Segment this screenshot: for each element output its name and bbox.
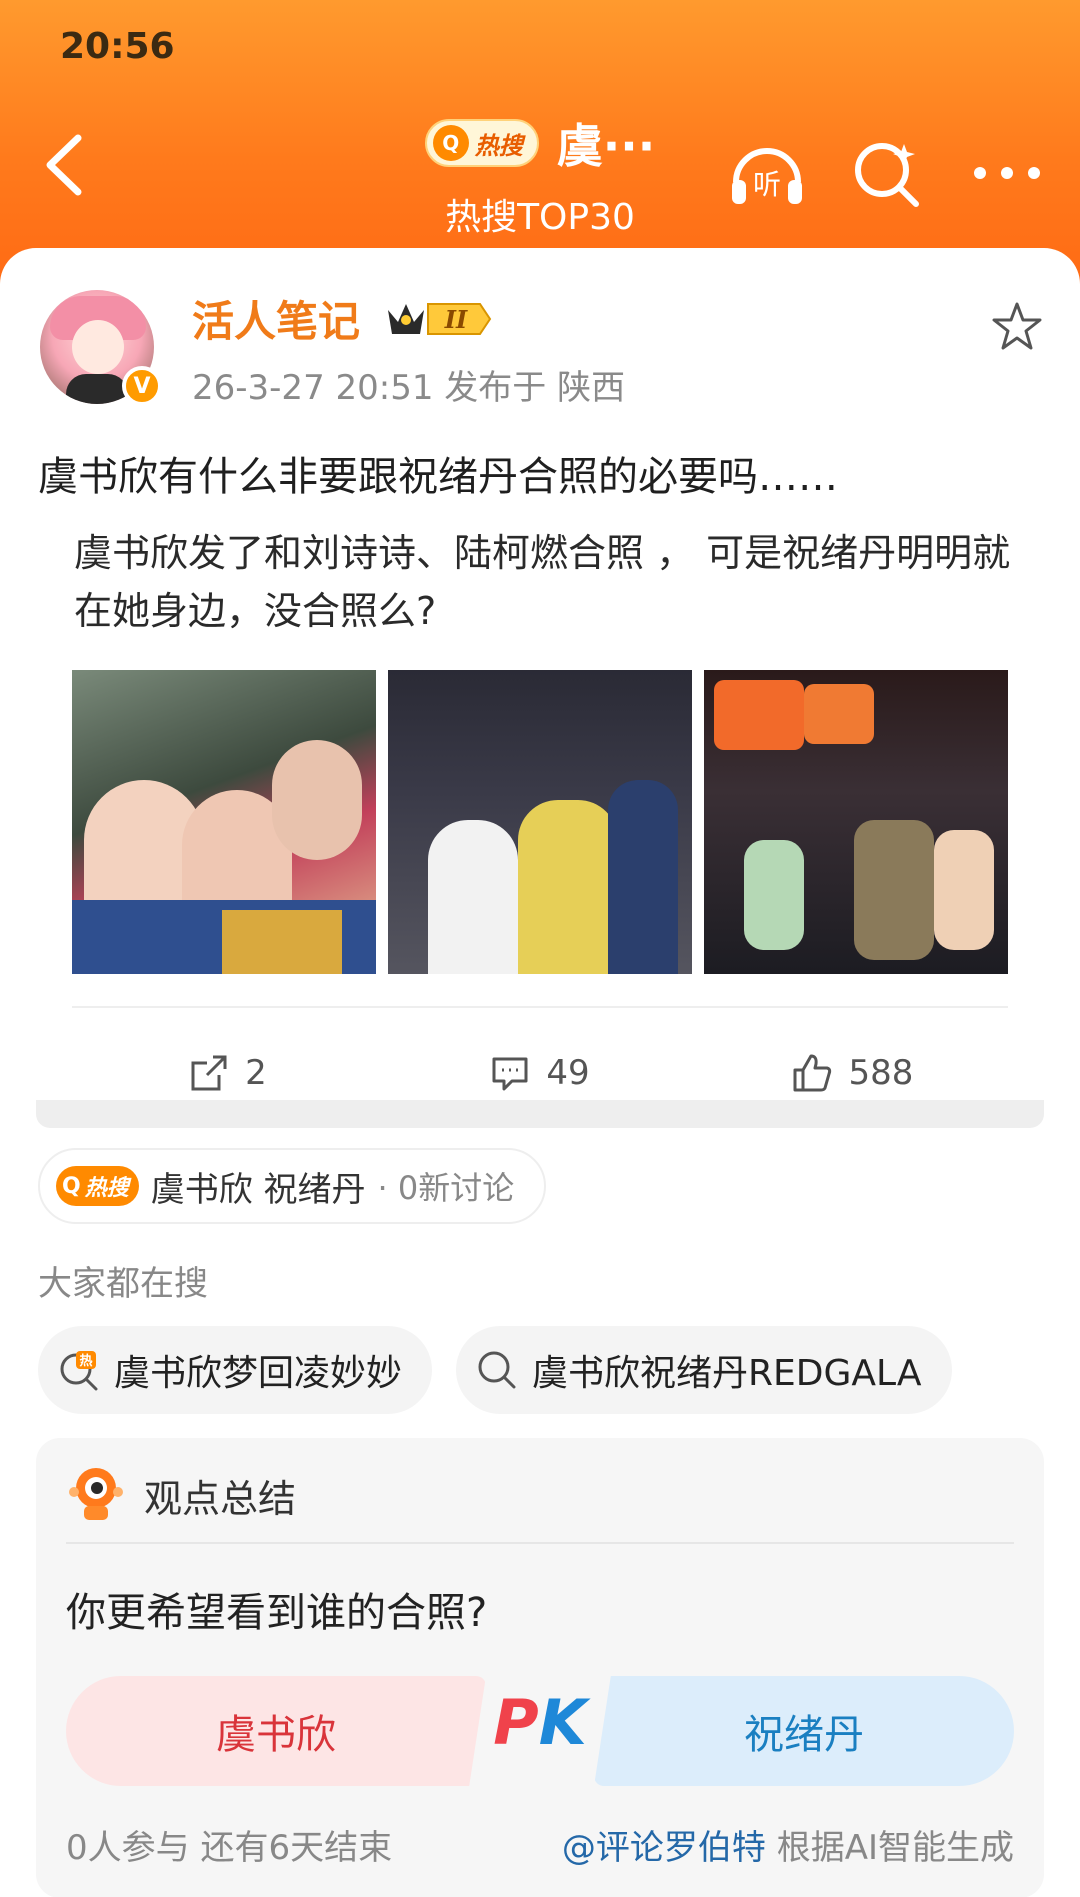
like-count: 588 — [848, 1053, 914, 1093]
post-body: 虞书欣发了和刘诗诗、陆柯燃合照 ， 可是祝绪丹明明就在她身边，没合照么? — [74, 531, 1011, 633]
page-title: 虞··· — [556, 119, 656, 173]
vip-badge: II — [384, 296, 494, 346]
hot-search-badge: Q 热搜 — [56, 1166, 139, 1206]
search-icon — [855, 143, 919, 207]
post-image-3[interactable] — [704, 670, 1008, 974]
pk-poll: 虞书欣 PK 祝绪丹 — [66, 1676, 1014, 1786]
divider — [66, 1542, 1014, 1544]
vote-left-button[interactable]: 虞书欣 — [66, 1676, 486, 1786]
search-chip[interactable]: 热 虞书欣梦回凌妙妙 — [38, 1326, 433, 1414]
thumbs-up-icon — [793, 1054, 831, 1092]
ai-source: @评论罗伯特 根据AI智能生成 — [561, 1828, 1014, 1868]
opinion-summary: 观点总结 你更希望看到谁的合照? 虞书欣 PK 祝绪丹 0人参与 还有6天结束 … — [36, 1438, 1044, 1897]
svg-text:听: 听 — [753, 168, 781, 201]
poll-question: 你更希望看到谁的合照? — [66, 1590, 488, 1636]
summary-footer: 0人参与 还有6天结束 @评论罗伯特 根据AI智能生成 — [66, 1820, 1014, 1869]
post-meta: 26-3-27 20:51 发布于 陕西 — [192, 368, 626, 408]
listen-button[interactable]: 听 — [724, 130, 810, 216]
search-chip[interactable]: 虞书欣祝绪丹REDGALA — [456, 1326, 952, 1414]
poll-status: 0人参与 还有6天结束 — [66, 1828, 393, 1868]
search-icon — [478, 1351, 516, 1389]
repost-count: 2 — [245, 1053, 267, 1093]
hot-search-icon: 热 — [60, 1351, 98, 1391]
svg-text:热: 热 — [79, 1353, 92, 1369]
hot-topic-name: 虞书欣 祝绪丹 — [150, 1169, 366, 1210]
star-icon — [992, 302, 1042, 350]
pk-label: PK — [493, 1686, 587, 1759]
comment-icon — [492, 1057, 528, 1091]
image-grid — [72, 670, 1008, 974]
search-button[interactable] — [844, 130, 930, 216]
vote-right-button[interactable]: 祝绪丹 — [594, 1676, 1014, 1786]
verified-badge: V — [122, 366, 162, 406]
comment-count: 49 — [546, 1053, 590, 1093]
status-time: 20:56 — [60, 26, 175, 67]
crown-icon: II — [388, 303, 492, 335]
search-icon: Q — [432, 125, 469, 161]
svg-text:II: II — [444, 305, 468, 334]
share-icon — [191, 1055, 227, 1091]
hot-search-pill: Q 热搜 — [424, 119, 539, 167]
robot-icon — [69, 1468, 123, 1520]
hot-topic-count: · 0新讨论 — [377, 1169, 515, 1207]
post-title: 虞书欣有什么非要跟祝绪丹合照的必要吗…… — [38, 454, 838, 500]
summary-title: 观点总结 — [144, 1477, 297, 1521]
more-icon — [974, 167, 1040, 179]
favorite-button[interactable] — [990, 300, 1044, 354]
more-button[interactable] — [964, 130, 1050, 216]
source-link[interactable]: @评论罗伯特 — [562, 1828, 766, 1868]
post-image-2[interactable] — [388, 670, 692, 974]
author-name[interactable]: 活人笔记 — [192, 288, 360, 349]
section-separator — [36, 1100, 1044, 1128]
nav-actions: 听 — [724, 130, 1050, 216]
divider — [72, 1006, 1008, 1008]
hot-topic-chip[interactable]: Q 热搜 虞书欣 祝绪丹 · 0新讨论 — [38, 1148, 547, 1224]
headphones-icon: 听 — [732, 148, 802, 204]
search-icon: Q — [62, 1173, 81, 1199]
post-card: V 活人笔记 II 26-3-27 20:51 发布于 陕西 虞书欣有什么非要跟… — [0, 248, 1080, 1897]
post-image-1[interactable] — [72, 670, 376, 974]
search-suggestions: 热 虞书欣梦回凌妙妙 虞书欣祝绪丹REDGALA — [38, 1326, 952, 1414]
everyone-search-label: 大家都在搜 — [38, 1264, 208, 1304]
